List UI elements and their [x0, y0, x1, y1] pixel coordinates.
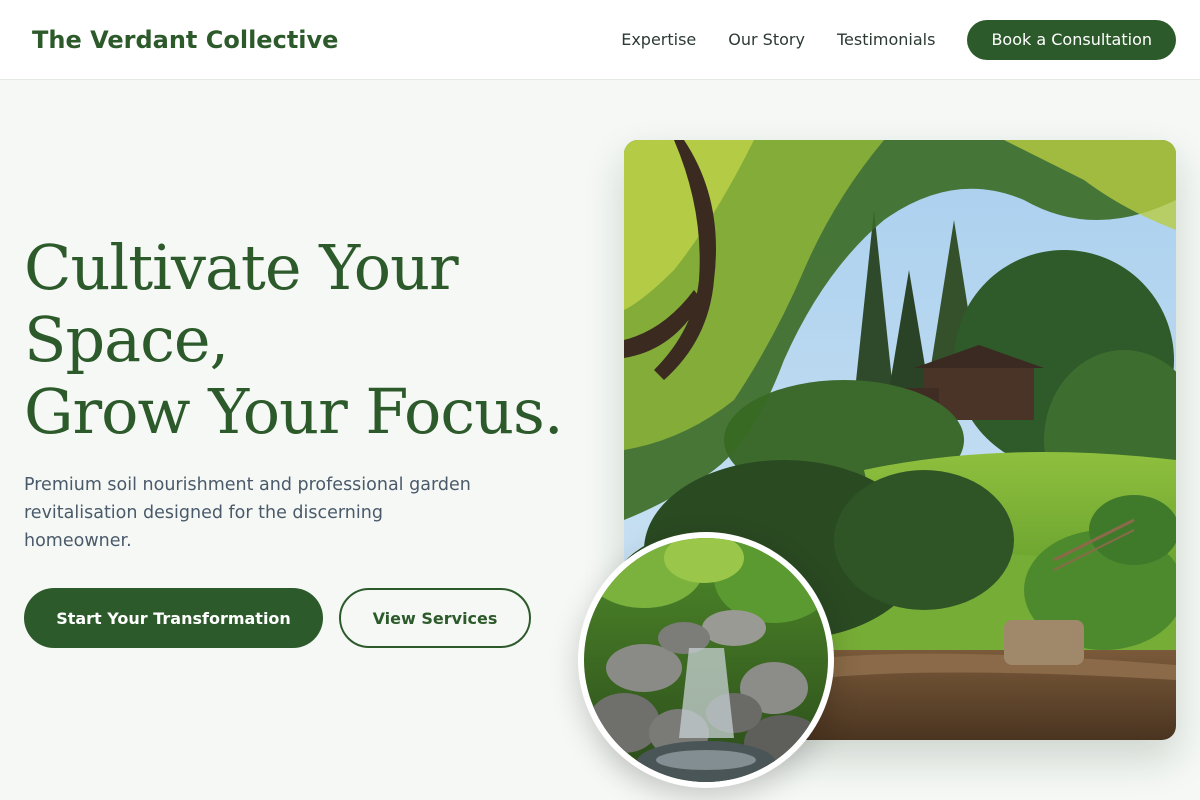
headline-line-3: Grow Your Focus. — [24, 375, 564, 448]
headline-line-2: Space, — [24, 303, 229, 376]
hero-subtext: Premium soil nourishment and professiona… — [24, 475, 471, 551]
view-services-button[interactable]: View Services — [339, 588, 531, 648]
top-navigation-bar: The Verdant Collective Expertise Our Sto… — [0, 0, 1200, 80]
waterfall-inset-image — [578, 532, 834, 788]
hero-text-block: Cultivate Your Space, Grow Your Focus. — [24, 232, 584, 448]
nav-link-our-story[interactable]: Our Story — [728, 30, 805, 49]
waterfall-photo — [584, 538, 828, 782]
brand-logo[interactable]: The Verdant Collective — [32, 26, 338, 54]
nav-link-testimonials[interactable]: Testimonials — [837, 30, 936, 49]
hero-headline: Cultivate Your Space, Grow Your Focus. — [24, 232, 584, 448]
start-transformation-button[interactable]: Start Your Transformation — [24, 588, 323, 648]
nav-link-expertise[interactable]: Expertise — [621, 30, 696, 49]
nav-links: Expertise Our Story Testimonials Book a … — [621, 19, 1176, 60]
headline-line-1: Cultivate Your — [24, 231, 459, 304]
book-consultation-button[interactable]: Book a Consultation — [967, 19, 1176, 60]
